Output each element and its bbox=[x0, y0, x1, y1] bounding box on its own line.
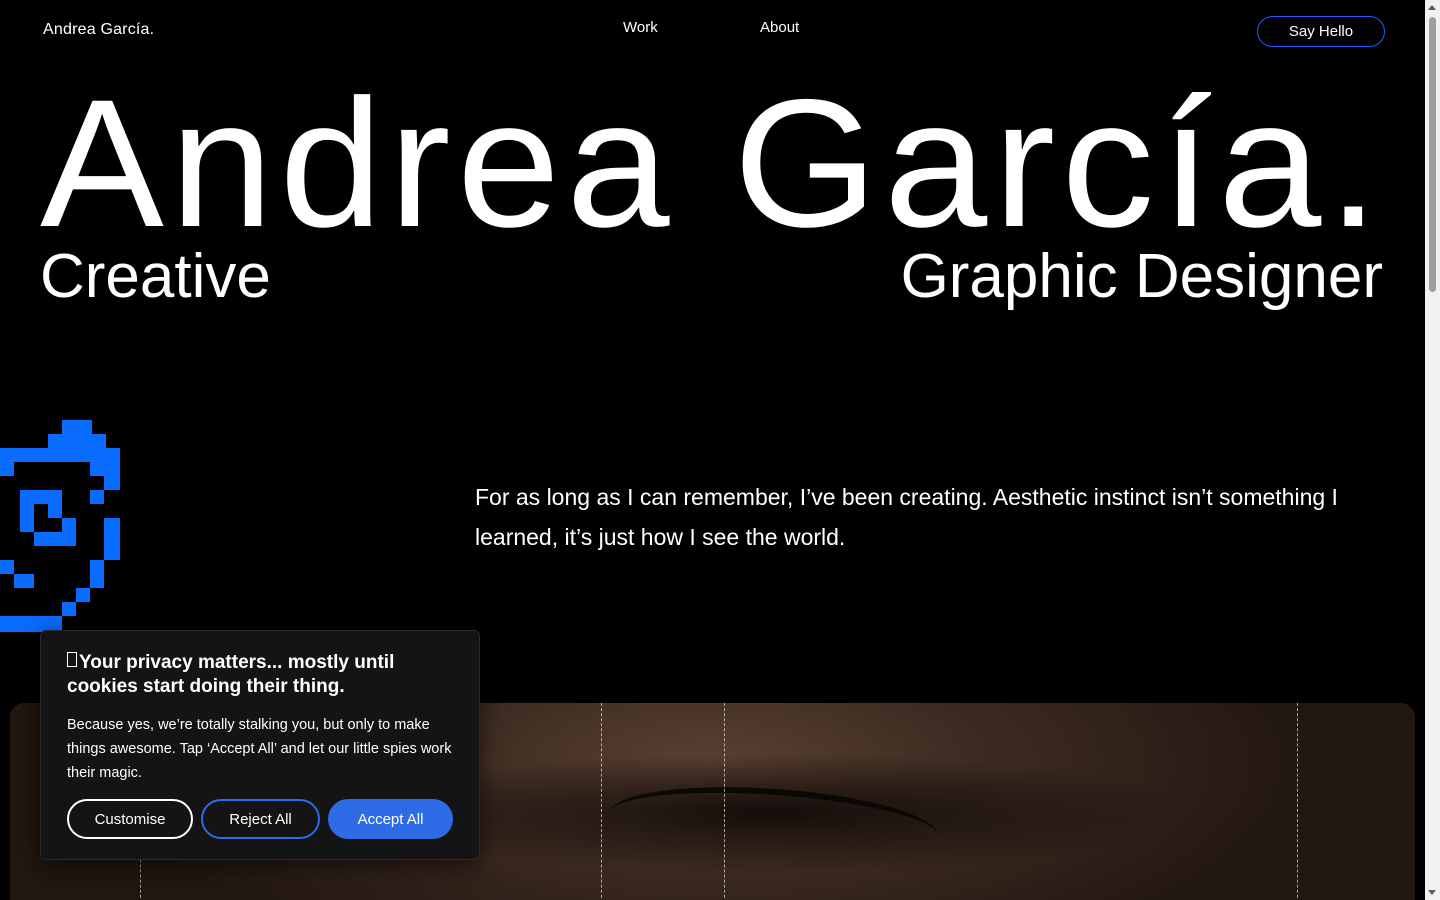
cookie-body: Because yes, we’re totally stalking you,… bbox=[67, 717, 452, 781]
hero-name: Andrea García. bbox=[40, 61, 1386, 265]
guide-line bbox=[601, 703, 602, 900]
hero-tagline-right: Graphic Designer bbox=[900, 242, 1383, 311]
guide-line bbox=[1297, 703, 1298, 900]
hero-tagline-left: Creative bbox=[40, 242, 271, 311]
reject-all-button[interactable]: Reject All bbox=[201, 799, 320, 839]
cookie-banner: Your privacy matters... mostly until coo… bbox=[40, 630, 480, 860]
guide-line bbox=[724, 703, 725, 900]
say-hello-button[interactable]: Say Hello bbox=[1257, 16, 1385, 47]
cookie-button-group: Customise Reject All Accept All bbox=[67, 799, 453, 839]
pixel-face-icon bbox=[0, 420, 120, 632]
scroll-thumb[interactable] bbox=[1429, 17, 1436, 292]
scroll-up-arrow-icon[interactable] bbox=[1428, 5, 1436, 10]
cookie-title: Your privacy matters... mostly until coo… bbox=[67, 651, 453, 699]
intro-paragraph: For as long as I can remember, I’ve been… bbox=[475, 484, 1338, 550]
scroll-down-arrow-icon[interactable] bbox=[1428, 890, 1436, 895]
nav-work[interactable]: Work bbox=[623, 19, 658, 36]
cookie-title-text: Your privacy matters... mostly until coo… bbox=[67, 652, 395, 697]
page: Andrea García. Work About Say Hello Andr… bbox=[0, 0, 1425, 900]
brand-logo[interactable]: Andrea García. bbox=[43, 21, 154, 39]
accept-all-button[interactable]: Accept All bbox=[328, 799, 453, 839]
page-scrollbar[interactable] bbox=[1425, 0, 1440, 900]
nav-about[interactable]: About bbox=[760, 19, 799, 36]
customise-button[interactable]: Customise bbox=[67, 799, 193, 839]
eyelash-shape bbox=[609, 777, 941, 837]
missing-glyph-icon bbox=[67, 652, 77, 667]
